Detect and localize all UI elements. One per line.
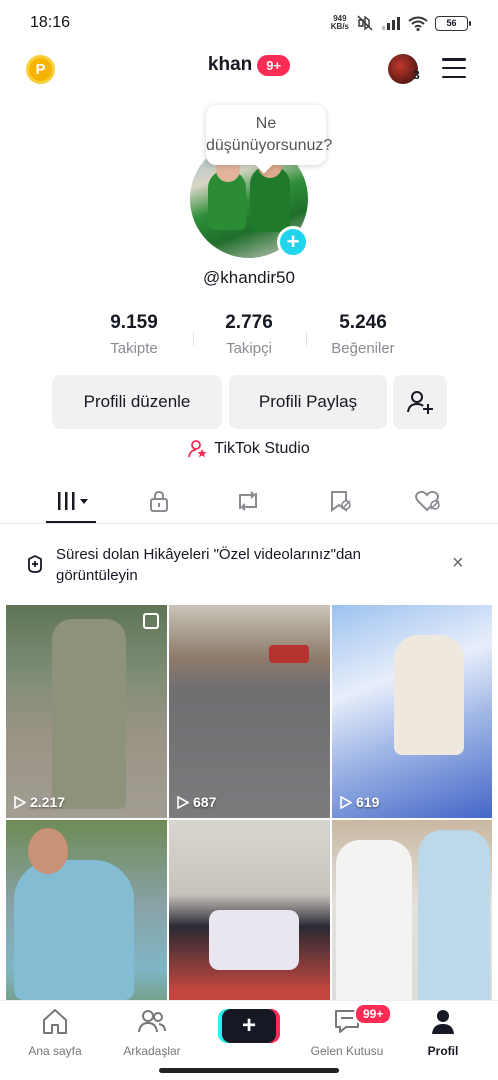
stat-following-value: 9.159 bbox=[110, 312, 158, 333]
home-indicator[interactable] bbox=[159, 1068, 339, 1073]
tab-favorites[interactable] bbox=[318, 484, 362, 518]
account-switcher[interactable]: khan 9+ bbox=[0, 54, 498, 76]
notification-badge: 9+ bbox=[257, 54, 291, 76]
video-grid: 2.217 687 619 bbox=[6, 605, 492, 1000]
thumb-figure bbox=[52, 619, 126, 809]
studio-label: TikTok Studio bbox=[214, 440, 310, 457]
battery-icon: 56 bbox=[435, 15, 471, 31]
profile-handle: @khandir50 bbox=[203, 268, 295, 287]
note-bubble-text: Ne düşünüyorsunuz? bbox=[206, 115, 333, 154]
stat-likes[interactable]: 5.246 Beğeniler bbox=[308, 312, 418, 357]
account-name: khan bbox=[207, 54, 253, 75]
stat-followers-value: 2.776 bbox=[225, 312, 273, 333]
create-button[interactable]: + bbox=[222, 1009, 276, 1043]
mute-icon bbox=[357, 15, 373, 31]
video-thumbnail[interactable]: 687 bbox=[169, 605, 330, 818]
stat-divider bbox=[306, 332, 307, 346]
repost-icon bbox=[239, 491, 257, 511]
view-count: 619 bbox=[340, 794, 379, 810]
tab-videos[interactable] bbox=[50, 484, 94, 518]
play-icon bbox=[177, 795, 189, 809]
expired-stories-notice[interactable]: Süresi dolan Hikâyeleri "Özel videoların… bbox=[0, 536, 498, 596]
stat-followers[interactable]: 2.776 Takipçi bbox=[194, 312, 304, 357]
friends-avatar-count: 3 bbox=[413, 68, 420, 82]
stat-likes-value: 5.246 bbox=[339, 312, 387, 333]
view-count: 2.217 bbox=[14, 794, 65, 810]
network-speed: 949 KB/s bbox=[331, 15, 349, 31]
wifi-icon bbox=[408, 16, 428, 31]
nav-friends[interactable]: Arkadaşlar bbox=[107, 1007, 197, 1058]
bookmark-hidden-icon bbox=[331, 491, 351, 512]
profile-stats: 9.159 Takipte 2.776 Takipçi 5.246 Beğeni… bbox=[0, 312, 498, 362]
studio-icon bbox=[188, 440, 207, 458]
profile-header: P khan 9+ 3 bbox=[0, 48, 498, 90]
nav-inbox[interactable]: 99+ Gelen Kutusu bbox=[302, 1003, 393, 1058]
stat-following-label: Takipte bbox=[110, 340, 158, 357]
grid-filter-icon bbox=[58, 492, 88, 510]
thumb-figure bbox=[394, 635, 464, 755]
active-tab-indicator bbox=[46, 521, 96, 523]
tab-liked[interactable] bbox=[406, 484, 450, 518]
edit-profile-button[interactable]: Profili düzenle bbox=[52, 375, 222, 429]
tiktok-studio-link[interactable]: TikTok Studio bbox=[0, 440, 498, 458]
notice-text: Süresi dolan Hikâyeleri "Özel videoların… bbox=[56, 546, 361, 584]
add-friend-button[interactable] bbox=[393, 375, 447, 429]
video-thumbnail[interactable] bbox=[169, 820, 330, 1000]
share-profile-button[interactable]: Profili Paylaş bbox=[229, 375, 387, 429]
nav-home-label: Ana sayfa bbox=[28, 1044, 82, 1058]
heart-hidden-icon bbox=[415, 490, 440, 512]
inbox-badge: 99+ bbox=[354, 1003, 393, 1025]
battery-level: 56 bbox=[446, 18, 457, 28]
view-count-value: 687 bbox=[193, 794, 217, 810]
thumb-face bbox=[28, 828, 68, 874]
thumb-figure bbox=[336, 840, 412, 1000]
view-count: 687 bbox=[177, 794, 216, 810]
profile-icon bbox=[432, 1010, 454, 1034]
network-speed-unit: KB/s bbox=[330, 22, 349, 31]
content-tabs bbox=[0, 478, 498, 524]
nav-profile[interactable]: Profil bbox=[398, 1007, 488, 1058]
note-bubble[interactable]: Ne düşünüyorsunuz? bbox=[206, 105, 332, 165]
thumb-car bbox=[269, 645, 309, 663]
close-icon[interactable]: × bbox=[452, 552, 464, 575]
status-bar: 18:16 949 KB/s 56 bbox=[0, 0, 498, 46]
menu-icon[interactable] bbox=[442, 58, 466, 78]
tab-private[interactable] bbox=[137, 484, 181, 518]
lock-icon bbox=[150, 490, 168, 512]
status-time: 18:16 bbox=[30, 14, 71, 31]
video-thumbnail[interactable]: 2.217 bbox=[6, 605, 167, 818]
multi-photo-icon bbox=[143, 613, 159, 629]
view-count-value: 2.217 bbox=[30, 794, 66, 810]
friends-icon bbox=[138, 1010, 166, 1033]
video-thumbnail[interactable] bbox=[332, 820, 492, 1000]
profile-actions: Profili düzenle Profili Paylaş bbox=[0, 375, 498, 429]
thumb-figure bbox=[418, 830, 490, 1000]
view-count-value: 619 bbox=[356, 794, 380, 810]
tab-reposts[interactable] bbox=[226, 484, 270, 518]
thumb-figure bbox=[14, 860, 134, 1000]
signal-icon bbox=[382, 17, 400, 30]
story-add-icon bbox=[28, 554, 42, 573]
nav-profile-label: Profil bbox=[427, 1044, 459, 1058]
stat-following[interactable]: 9.159 Takipte bbox=[79, 312, 189, 357]
nav-inbox-label: Gelen Kutusu bbox=[310, 1044, 384, 1058]
thumb-figure bbox=[209, 910, 299, 970]
add-person-icon bbox=[407, 391, 433, 414]
nav-home[interactable]: Ana sayfa bbox=[10, 1007, 100, 1058]
stat-likes-label: Beğeniler bbox=[331, 340, 395, 357]
add-story-button[interactable]: + bbox=[277, 226, 309, 258]
home-icon bbox=[43, 1009, 67, 1034]
video-thumbnail[interactable]: 619 bbox=[332, 605, 492, 818]
play-icon bbox=[340, 795, 352, 809]
status-icons: 949 KB/s 56 bbox=[331, 15, 471, 31]
stat-followers-label: Takipçi bbox=[226, 340, 272, 357]
video-thumbnail[interactable] bbox=[6, 820, 167, 1000]
play-icon bbox=[14, 795, 26, 809]
nav-friends-label: Arkadaşlar bbox=[123, 1044, 181, 1058]
